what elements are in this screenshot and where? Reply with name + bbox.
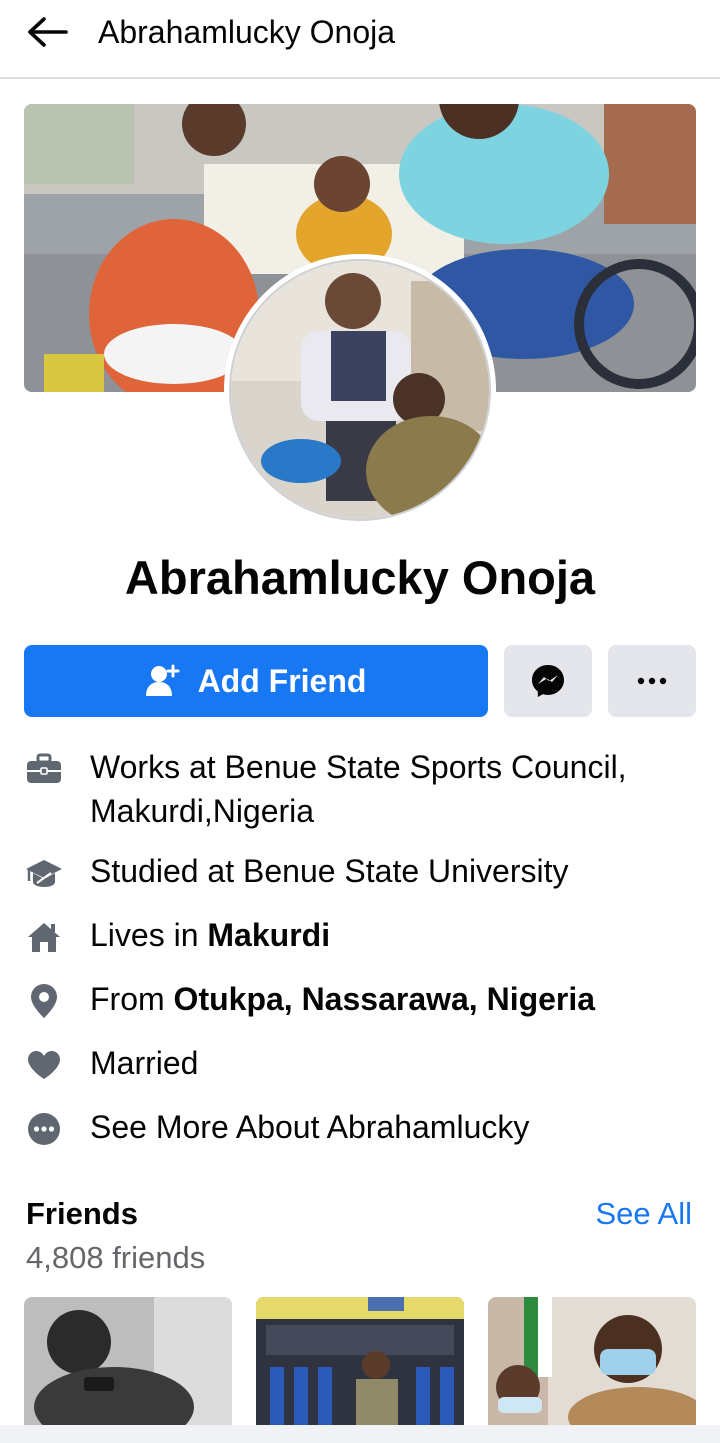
avatar-ring <box>224 254 496 526</box>
friend-photo[interactable] <box>488 1297 696 1425</box>
avatar[interactable] <box>229 259 491 521</box>
briefcase-icon <box>24 749 64 789</box>
friend-photo[interactable] <box>256 1297 464 1425</box>
lives-prefix: Lives in <box>90 917 208 953</box>
work-row: Works at Benue State Sports Council, Mak… <box>24 745 696 833</box>
relationship-info: Married <box>90 1045 199 1081</box>
message-button[interactable] <box>504 645 592 717</box>
see-more-about-link[interactable]: See More About Abrahamlucky <box>90 1105 529 1149</box>
page-title: Abrahamlucky Onoja <box>98 14 396 50</box>
heart-icon <box>24 1045 64 1085</box>
arrow-left-icon <box>28 17 68 47</box>
from-place[interactable]: Otukpa, Nassarawa, Nigeria <box>174 981 596 1017</box>
relationship-row: Married <box>24 1041 696 1085</box>
add-friend-button[interactable]: Add Friend <box>24 645 488 717</box>
top-bar: Abrahamlucky Onoja <box>0 0 720 79</box>
location-pin-icon <box>24 981 64 1021</box>
messenger-icon <box>532 665 564 697</box>
back-button[interactable] <box>24 12 70 52</box>
lives-place[interactable]: Makurdi <box>207 917 330 953</box>
home-icon <box>24 917 64 957</box>
friend-photo[interactable] <box>24 1297 232 1425</box>
profile-name: Abrahamlucky Onoja <box>124 551 596 604</box>
lives-row: Lives in Makurdi <box>24 913 696 957</box>
work-line-1: Works at Benue State Sports Council, <box>90 749 627 785</box>
bottom-divider <box>0 1425 720 1443</box>
more-circle-icon <box>24 1109 64 1149</box>
hometown-row: From Otukpa, Nassarawa, Nigeria <box>24 977 696 1021</box>
see-more-row[interactable]: See More About Abrahamlucky <box>24 1105 696 1149</box>
work-line-2: Makurdi,Nigeria <box>90 793 315 829</box>
friends-count: 4,808 friends <box>26 1240 206 1275</box>
see-all-friends-link[interactable]: See All <box>595 1194 692 1234</box>
person-add-icon <box>145 664 180 696</box>
from-prefix: From <box>90 981 174 1017</box>
lives-info: Lives in Makurdi <box>90 913 330 957</box>
more-options-button[interactable] <box>608 645 696 717</box>
more-icon <box>637 677 667 685</box>
hometown-info: From Otukpa, Nassarawa, Nigeria <box>90 977 595 1021</box>
education-row: Studied at Benue State University <box>24 849 696 893</box>
education-info: Studied at Benue State University <box>90 853 569 889</box>
friends-heading: Friends <box>26 1196 138 1231</box>
work-info: Works at Benue State Sports Council, Mak… <box>90 745 627 833</box>
add-friend-label: Add Friend <box>197 662 367 699</box>
graduation-cap-icon <box>24 853 64 893</box>
